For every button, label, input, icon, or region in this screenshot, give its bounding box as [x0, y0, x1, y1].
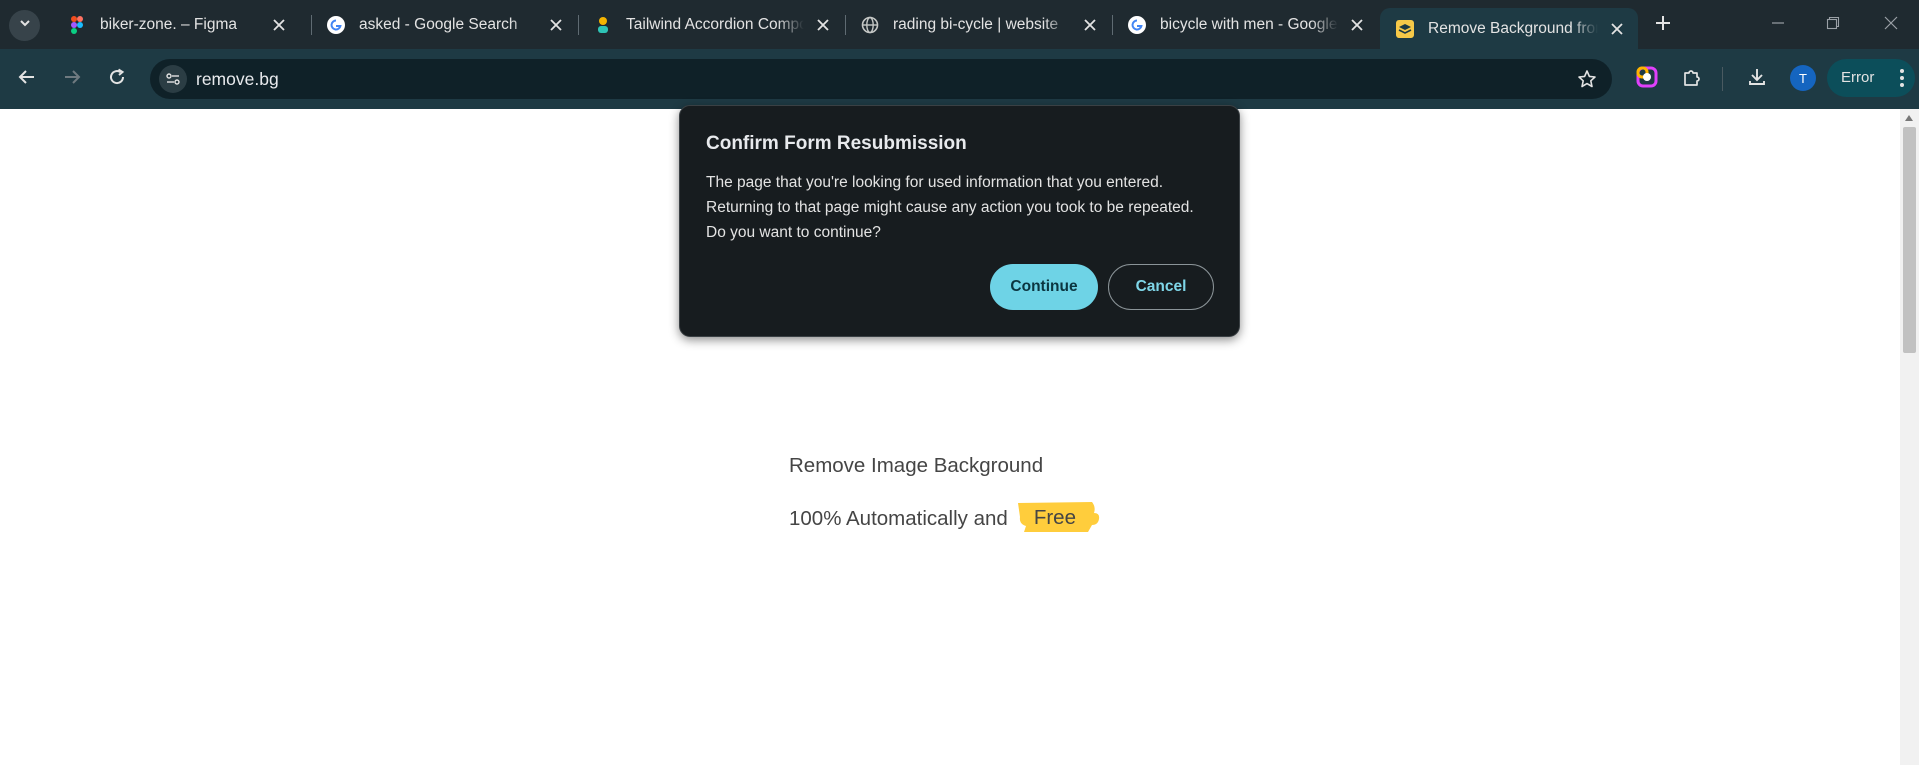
puzzle-icon — [1682, 67, 1702, 92]
download-icon — [1747, 67, 1767, 92]
avatar[interactable]: T — [1790, 65, 1816, 91]
tab-title: bicycle with men - Google Search — [1160, 16, 1338, 33]
tab-title: Tailwind Accordion Components — [626, 16, 804, 33]
hero-heading-text: 100% Automatically and — [789, 506, 1008, 530]
forward-button[interactable] — [57, 64, 87, 94]
site-info-icon[interactable] — [159, 65, 187, 93]
avatar-initial: T — [1799, 70, 1807, 86]
address-bar[interactable]: remove.bg — [150, 59, 1612, 99]
hero-heading-line1: Remove Image Background — [789, 454, 1044, 477]
arrow-left-icon — [18, 68, 36, 91]
close-icon[interactable] — [266, 12, 292, 38]
chevron-down-icon — [18, 16, 32, 35]
tab-strip: biker-zone. – Figma asked - Google Searc… — [0, 0, 1919, 49]
toolbar-separator — [1722, 67, 1723, 91]
tab-figma[interactable]: biker-zone. – Figma — [52, 7, 300, 43]
dialog-message: The page that you're looking for used in… — [706, 174, 1194, 241]
bookmark-star-icon[interactable] — [1576, 68, 1598, 90]
reload-button[interactable] — [102, 64, 132, 94]
google-icon — [1128, 16, 1146, 34]
profile-error-chip[interactable]: Error — [1827, 59, 1915, 97]
browser-toolbar: remove.bg T Error — [0, 49, 1919, 109]
scroll-thumb[interactable] — [1903, 127, 1916, 353]
minimize-icon — [1771, 16, 1785, 35]
cancel-button[interactable]: Cancel — [1108, 264, 1214, 310]
figma-icon — [68, 16, 86, 34]
tab-title: rading bi-cycle | website — [893, 16, 1059, 33]
tab-title: asked - Google Search — [359, 16, 518, 33]
scrollbar[interactable] — [1900, 109, 1919, 765]
tailwind-icon — [594, 16, 612, 34]
colorful-extension-button[interactable] — [1632, 64, 1662, 94]
globe-icon — [861, 16, 879, 34]
close-icon[interactable] — [1344, 12, 1370, 38]
downloads-button[interactable] — [1742, 64, 1772, 94]
plus-icon — [1655, 15, 1671, 36]
dialog-title: Confirm Form Resubmission — [706, 133, 967, 154]
close-icon[interactable] — [543, 12, 569, 38]
google-icon — [327, 16, 345, 34]
free-badge: Free — [1016, 502, 1099, 533]
restore-button[interactable] — [1818, 10, 1848, 40]
scroll-up-arrow-icon[interactable] — [1905, 115, 1913, 121]
tab-search-button[interactable] — [9, 10, 40, 41]
extensions-button[interactable] — [1677, 64, 1707, 94]
free-badge-text: Free — [1033, 506, 1076, 529]
error-label: Error — [1841, 69, 1875, 86]
window-close-button[interactable] — [1876, 10, 1906, 40]
tab-rading-bicycle[interactable]: rading bi-cycle | website — [845, 7, 1111, 43]
tab-google-search-asked[interactable]: asked - Google Search — [311, 7, 577, 43]
confirm-resubmission-dialog: Confirm Form Resubmission The page that … — [679, 105, 1240, 337]
continue-button[interactable]: Continue — [990, 264, 1098, 310]
close-icon — [1884, 16, 1898, 35]
more-vert-icon[interactable] — [1899, 68, 1905, 92]
reload-icon — [108, 68, 126, 91]
new-tab-button[interactable] — [1649, 11, 1677, 39]
close-icon[interactable] — [1604, 16, 1630, 42]
tab-remove-bg[interactable]: Remove Background from Image — [1380, 8, 1638, 49]
url-text[interactable]: remove.bg — [196, 69, 279, 90]
tab-tailwind-accordion[interactable]: Tailwind Accordion Components — [578, 7, 844, 43]
back-button[interactable] — [12, 64, 42, 94]
close-icon[interactable] — [810, 12, 836, 38]
tab-title: biker-zone. – Figma — [100, 16, 237, 33]
minimize-button[interactable] — [1763, 10, 1793, 40]
restore-icon — [1826, 16, 1840, 35]
tab-google-search-bicycle[interactable]: bicycle with men - Google Search — [1112, 7, 1378, 43]
hero-heading-line2: 100% Automatically and Free — [789, 502, 1099, 533]
tab-title: Remove Background from Image — [1428, 19, 1598, 37]
close-icon[interactable] — [1077, 12, 1103, 38]
removebg-icon — [1396, 19, 1414, 38]
arrow-right-icon — [63, 68, 81, 91]
extension-ring-icon — [1636, 66, 1658, 93]
